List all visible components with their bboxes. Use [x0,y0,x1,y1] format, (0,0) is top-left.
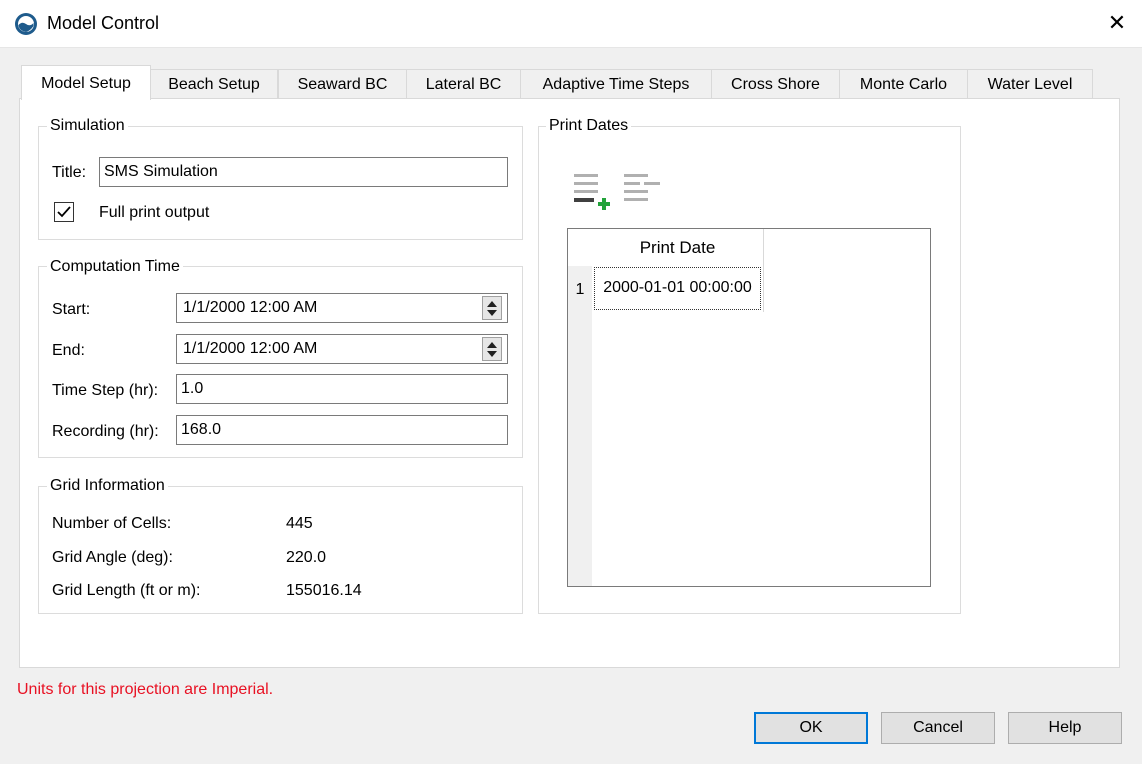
app-logo-icon [15,13,37,35]
tab-beach-setup[interactable]: Beach Setup [150,69,278,99]
add-row-icon[interactable] [572,172,614,212]
length-value: 155016.14 [286,582,362,599]
cancel-button[interactable]: Cancel [881,712,995,744]
tab-lateral-bc[interactable]: Lateral BC [406,69,521,99]
start-label: Start: [52,301,91,318]
print-date-cell[interactable]: 2000-01-01 00:00:00 [594,267,761,310]
help-button[interactable]: Help [1008,712,1122,744]
start-datetime-input[interactable]: 1/1/2000 12:00 AM [176,293,508,323]
length-label: Grid Length (ft or m): [52,582,201,599]
recording-label: Recording (hr): [52,423,159,440]
tab-monte-carlo[interactable]: Monte Carlo [839,69,968,99]
tab-adaptive-time-steps[interactable]: Adaptive Time Steps [520,69,712,99]
title-bar [0,0,1142,48]
end-datetime-value: 1/1/2000 12:00 AM [183,340,318,357]
angle-label: Grid Angle (deg): [52,549,173,566]
cells-label: Number of Cells: [52,515,172,532]
spin-down-icon[interactable] [487,351,497,357]
checkmark-icon [57,206,71,218]
spin-up-icon[interactable] [487,301,497,307]
grid-info-group-title: Grid Information [47,477,168,495]
row-number: 1 [575,281,585,298]
full-print-label: Full print output [99,204,210,221]
spin-up-icon[interactable] [487,342,497,348]
time-step-input[interactable]: 1.0 [176,374,508,404]
column-header-print-date[interactable]: Print Date [592,229,764,266]
title-input[interactable]: SMS Simulation [99,157,508,187]
tab-seaward-bc[interactable]: Seaward BC [278,69,407,99]
simulation-group-title: Simulation [47,117,128,135]
tab-model-setup[interactable]: Model Setup [21,65,151,100]
window-title: Model Control [47,13,160,33]
end-label: End: [52,342,85,359]
tab-water-level[interactable]: Water Level [967,69,1093,99]
time-step-label: Time Step (hr): [52,382,159,399]
recording-input[interactable]: 168.0 [176,415,508,445]
title-label: Title: [52,164,87,181]
corner-header [568,229,592,266]
close-icon[interactable]: ✕ [1104,10,1130,36]
angle-value: 220.0 [286,549,327,566]
ok-button[interactable]: OK [754,712,868,744]
units-message: Units for this projection are Imperial. [17,681,274,698]
tab-cross-shore[interactable]: Cross Shore [711,69,840,99]
start-spinner[interactable] [482,296,502,320]
end-spinner[interactable] [482,337,502,361]
end-datetime-input[interactable]: 1/1/2000 12:00 AM [176,334,508,364]
start-datetime-value: 1/1/2000 12:00 AM [183,299,318,316]
full-print-checkbox[interactable] [54,202,74,222]
spin-down-icon[interactable] [487,310,497,316]
computation-time-group-title: Computation Time [47,258,183,276]
print-dates-group-title: Print Dates [546,117,632,135]
cells-value: 445 [286,515,313,532]
remove-row-icon[interactable] [622,172,664,212]
